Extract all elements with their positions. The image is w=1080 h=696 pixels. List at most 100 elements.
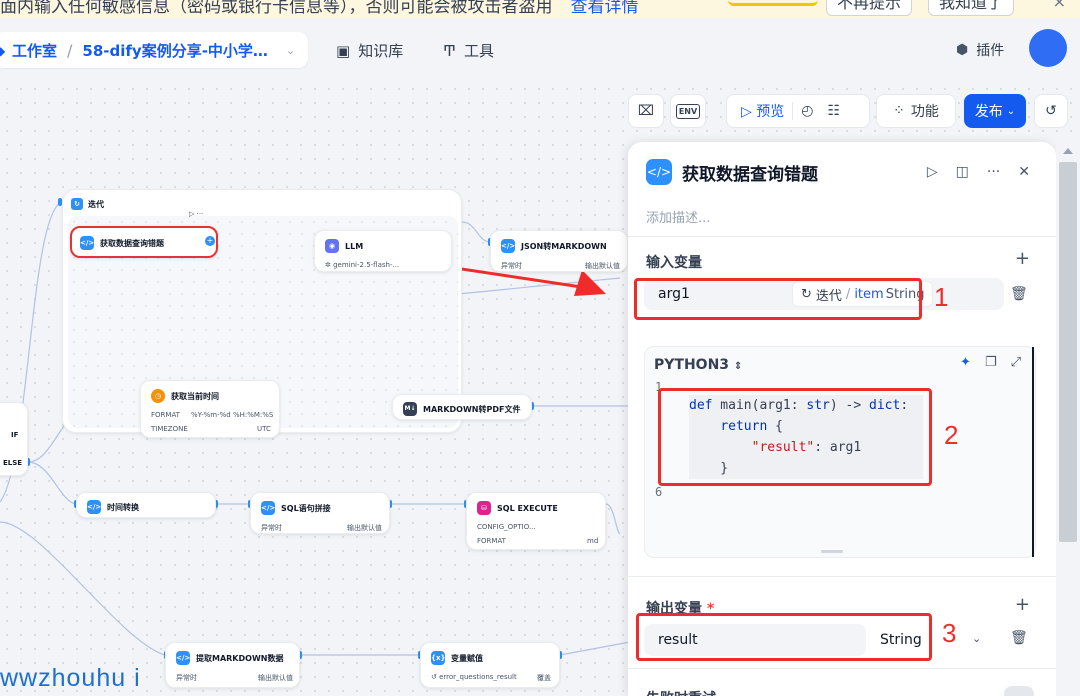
- panel-title[interactable]: 获取数据查询错题: [682, 160, 818, 185]
- expand-icon[interactable]: ⤢: [1011, 355, 1021, 370]
- features-icon: ⁘: [893, 103, 905, 119]
- node-time-convert[interactable]: </> 时间转换: [76, 492, 216, 518]
- node-extract-md-default: 输出默认值: [258, 674, 293, 682]
- book-open-icon[interactable]: ◫: [956, 164, 969, 180]
- clear-variable-button[interactable]: ⌧: [628, 94, 664, 128]
- code-icon: </>: [646, 159, 672, 185]
- node-var-assign-mode: 覆盖: [537, 674, 551, 682]
- node-run-icon[interactable]: ▷ ···: [189, 210, 203, 218]
- preview-button[interactable]: ▷ 预览: [741, 101, 784, 121]
- format2-value: md: [587, 537, 599, 545]
- chevron-down-icon[interactable]: ⌄: [972, 632, 981, 645]
- description-input[interactable]: 添加描述...: [646, 207, 710, 226]
- node-sql-concat-default: 输出默认值: [347, 524, 382, 532]
- nav-tools[interactable]: Ͳ 工具: [443, 40, 494, 61]
- panel-scrollbar[interactable]: [1056, 142, 1080, 696]
- node-extract-md-title: </> 提取MARKDOWN数据: [176, 651, 283, 665]
- breadcrumb-app-name[interactable]: 58-dify案例分享-中小学…: [82, 40, 268, 61]
- notice-details-link[interactable]: 查看详情: [571, 0, 639, 17]
- env-button[interactable]: ENV: [670, 94, 706, 128]
- database-icon: ⛁: [477, 501, 491, 515]
- variable-x-icon: ⌧: [637, 103, 655, 119]
- nav-knowledge[interactable]: ▣ 知识库: [336, 40, 403, 61]
- run-history-icon[interactable]: ◴: [801, 103, 813, 119]
- close-icon[interactable]: ✕: [1018, 164, 1030, 180]
- avatar[interactable]: [1029, 29, 1067, 67]
- format2-label: FORMAT: [477, 537, 506, 545]
- node-current-time-label: 获取当前时间: [171, 391, 219, 401]
- annotation-box-1: [634, 278, 922, 320]
- publish-button[interactable]: 发布 ⌄: [964, 94, 1026, 128]
- node-json-md-default: 输出默认值: [585, 262, 620, 270]
- delete-input-icon[interactable]: 🗑: [1010, 286, 1028, 302]
- node-time-convert-label: 时间转换: [107, 502, 139, 512]
- clock-icon: ◷: [151, 389, 165, 403]
- toolbar-divider: [792, 102, 794, 120]
- nav-knowledge-label: 知识库: [358, 42, 404, 60]
- notice-close-icon[interactable]: ×: [1053, 0, 1066, 11]
- add-input-icon[interactable]: +: [1015, 248, 1030, 269]
- nav-plugin-label: 插件: [976, 43, 1005, 59]
- node-llm-model: ✲ gemini-2.5-flash-...: [325, 261, 400, 269]
- preview-group: ▷ 预览 ◴ ☷: [726, 94, 870, 128]
- node-md-pdf-title: M↓ MARKDOWN转PDF文件: [403, 402, 520, 416]
- app-header: ◆ 工作室 / 58-dify案例分享-中小学… ⌄ ▣ 知识库 Ͳ 工具 ⬢ …: [0, 18, 1080, 82]
- iteration-title-label: 迭代: [88, 199, 104, 209]
- node-sql-concat-label: SQL语句拼接: [281, 503, 331, 513]
- more-icon[interactable]: ···: [987, 164, 1000, 180]
- panel-header: </> 获取数据查询错题: [646, 159, 818, 185]
- retry-toggle[interactable]: [1004, 686, 1034, 696]
- book-icon: ▣: [336, 41, 351, 60]
- node-var-assign-row: ↺ error_questions_result: [431, 673, 517, 681]
- code-scrollbar[interactable]: [1032, 347, 1034, 557]
- node-json-md[interactable]: </> JSON转MARKDOWN 异常时 输出默认值: [490, 230, 628, 272]
- delete-output-icon[interactable]: 🗑: [1010, 630, 1028, 646]
- chevron-down-icon: ⌄: [1006, 105, 1016, 117]
- scroll-thumb[interactable]: [1059, 162, 1077, 542]
- retry-heading: 失败时重试: [646, 688, 716, 696]
- watermark: wwzhouhu i: [0, 664, 141, 692]
- breadcrumb-separator: /: [67, 40, 73, 60]
- resize-handle[interactable]: [821, 550, 843, 553]
- nav-plugin[interactable]: ⬢ 插件: [956, 40, 1004, 60]
- plugin-icon: ⬢: [956, 42, 969, 58]
- node-json-md-error: 异常时: [501, 262, 522, 270]
- env-icon: ENV: [675, 103, 701, 119]
- timezone-label: TIMEZONE: [151, 425, 188, 433]
- node-var-assign[interactable]: {x} 变量赋值 ↺ error_questions_result 覆盖: [420, 642, 560, 688]
- node-if-else[interactable]: IF ELSE: [0, 402, 28, 476]
- code-language-selector[interactable]: PYTHON3 ⇕: [654, 357, 742, 373]
- add-node-icon[interactable]: +: [205, 236, 215, 246]
- panel-tools: ▷ ◫ ··· ✕: [927, 164, 1030, 180]
- node-current-time[interactable]: ◷ 获取当前时间 FORMAT %Y-%m-%d %H:%M:%S TIMEZO…: [140, 380, 280, 438]
- node-fetch-error[interactable]: </> 获取数据查询错题: [70, 226, 218, 258]
- breadcrumb: ◆ 工作室 / 58-dify案例分享-中小学… ⌄: [0, 32, 308, 68]
- node-llm[interactable]: ◉ LLM ✲ gemini-2.5-flash-...: [314, 230, 452, 272]
- node-llm-label: LLM: [345, 241, 364, 251]
- code-icon: </>: [87, 500, 101, 514]
- code-icon: </>: [80, 236, 94, 250]
- ai-sparkle-icon[interactable]: ✦: [960, 355, 971, 370]
- got-it-button[interactable]: 我知道了: [928, 0, 1015, 16]
- node-extract-md[interactable]: </> 提取MARKDOWN数据 异常时 输出默认值: [165, 642, 300, 688]
- features-button[interactable]: ⁘ 功能: [876, 94, 956, 128]
- copy-icon[interactable]: ❐: [985, 355, 997, 370]
- divider: [628, 576, 1056, 577]
- checklist-icon[interactable]: ☷: [827, 103, 840, 119]
- studio-icon: ◆: [0, 44, 6, 58]
- format-value: %Y-%m-%d %H:%M:%S: [191, 411, 274, 419]
- features-label: 功能: [910, 104, 939, 120]
- add-output-icon[interactable]: +: [1015, 594, 1030, 615]
- scroll-up-icon[interactable]: [1063, 148, 1073, 154]
- breadcrumb-studio[interactable]: 工作室: [12, 40, 57, 61]
- code-icon: </>: [501, 239, 515, 253]
- node-sql-execute[interactable]: ⛁ SQL EXECUTE CONFIG_OPTIO... FORMAT md: [466, 492, 606, 550]
- history-button[interactable]: ↺: [1034, 94, 1068, 128]
- no-remind-button[interactable]: 不再提示: [826, 0, 913, 16]
- security-notice-bar: 面内输入任何敏感信息（密码或银行卡信息等），否则可能会被攻击者盗用 查看详情 不再…: [0, 0, 1080, 18]
- run-icon[interactable]: ▷: [927, 164, 938, 180]
- node-sql-execute-label: SQL EXECUTE: [497, 503, 558, 513]
- chevron-down-icon[interactable]: ⌄: [286, 44, 295, 57]
- node-sql-concat[interactable]: </> SQL语句拼接 异常时 输出默认值: [250, 492, 390, 534]
- node-md-pdf[interactable]: M↓ MARKDOWN转PDF文件: [392, 394, 532, 420]
